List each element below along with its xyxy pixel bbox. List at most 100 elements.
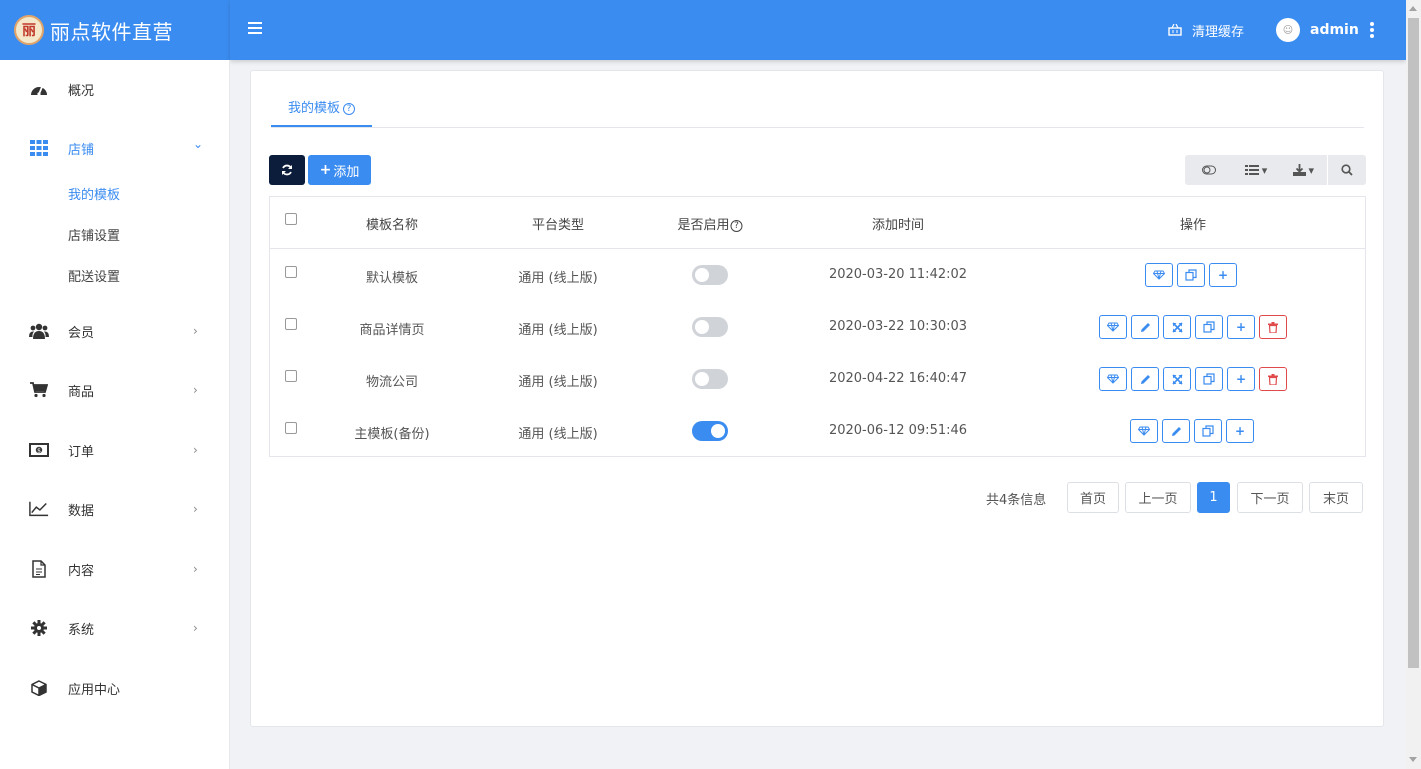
tab-label: 我的模板: [288, 101, 341, 116]
users-icon: [29, 321, 49, 341]
column-header-name[interactable]: 模板名称: [366, 214, 418, 233]
template-name: 主模板(备份): [354, 427, 430, 442]
column-header-added-time[interactable]: 添加时间: [872, 214, 924, 233]
grid-icon: [29, 138, 49, 158]
plus-icon[interactable]: +: [1227, 367, 1255, 391]
tab-my-templates[interactable]: 我的模板?: [271, 97, 372, 127]
platform-type: 通用 (线上版): [518, 427, 598, 442]
expand-icon[interactable]: [1163, 367, 1191, 391]
document-icon: [29, 559, 49, 579]
copy-icon[interactable]: [1195, 315, 1223, 339]
sidebar-item-label: 概况: [68, 83, 95, 99]
column-header-enabled[interactable]: 是否启用?: [677, 214, 743, 233]
sidebar-item-app-center[interactable]: 应用中心: [0, 668, 230, 708]
user-name: admin: [1310, 22, 1359, 38]
chevron-right-icon: ›: [193, 443, 198, 457]
page-current-button[interactable]: 1: [1197, 482, 1230, 513]
diamond-icon[interactable]: [1099, 367, 1127, 391]
expand-icon[interactable]: [1163, 315, 1191, 339]
sidebar-item-content[interactable]: 内容 ›: [0, 549, 230, 589]
vertical-scrollbar[interactable]: [1406, 0, 1421, 769]
sidebar-item-label: 商品: [68, 384, 95, 400]
help-icon[interactable]: ?: [343, 103, 356, 115]
copy-icon[interactable]: [1195, 367, 1223, 391]
dashboard-icon: [29, 79, 49, 99]
more-vertical-icon[interactable]: [1370, 22, 1374, 38]
column-header-actions: 操作: [1179, 218, 1207, 233]
page-first-button[interactable]: 首页: [1067, 482, 1119, 513]
plus-icon[interactable]: +: [1227, 315, 1255, 339]
enabled-toggle[interactable]: [692, 265, 728, 285]
gear-icon: [29, 618, 49, 638]
page-next-button[interactable]: 下一页: [1237, 482, 1303, 513]
added-time: 2020-06-12 09:51:46: [828, 423, 968, 438]
template-name: 商品详情页: [359, 323, 425, 338]
table-row: 商品详情页 通用 (线上版) 2020-03-22 10:30:03 +: [270, 301, 1365, 353]
template-name: 默认模板: [365, 271, 419, 286]
scroll-thumb[interactable]: [1408, 18, 1419, 668]
sidebar-subitem-delivery-settings[interactable]: 配送设置: [68, 266, 120, 286]
row-checkbox[interactable]: [285, 422, 297, 434]
export-dropdown-button[interactable]: ▾: [1280, 155, 1327, 185]
trash-icon[interactable]: [1259, 367, 1287, 391]
toggle-view-button[interactable]: [1185, 155, 1232, 185]
sidebar-subitem-my-templates[interactable]: 我的模板: [68, 184, 120, 204]
page-last-button[interactable]: 末页: [1309, 482, 1363, 513]
sidebar-item-orders[interactable]: $ 订单 ›: [0, 430, 230, 470]
select-all-checkbox[interactable]: [285, 213, 297, 225]
diamond-icon[interactable]: [1099, 315, 1127, 339]
plus-icon[interactable]: +: [1226, 419, 1254, 443]
add-button-label: 添加: [333, 164, 360, 180]
added-time: 2020-04-22 16:40:47: [828, 371, 968, 386]
diamond-icon[interactable]: [1145, 263, 1173, 287]
sidebar-item-members[interactable]: 会员 ›: [0, 311, 230, 351]
templates-table: 模板名称 平台类型 是否启用? 添加时间 操作 默认模板 通用 (线上版) 20…: [269, 196, 1366, 457]
column-header-enabled-label: 是否启用: [677, 218, 730, 233]
top-bar: 清理缓存 ☺ admin: [230, 0, 1406, 60]
sidebar-item-data[interactable]: 数据 ›: [0, 489, 230, 529]
platform-type: 通用 (线上版): [518, 375, 598, 390]
scroll-down-icon[interactable]: [1409, 757, 1417, 762]
added-time: 2020-03-22 10:30:03: [828, 319, 968, 334]
clear-cache-button[interactable]: 清理缓存: [1168, 19, 1244, 41]
pagination-info: 共4条信息: [986, 493, 1047, 508]
avatar: ☺: [1276, 18, 1300, 42]
row-checkbox[interactable]: [285, 370, 297, 382]
copy-icon[interactable]: [1194, 419, 1222, 443]
row-checkbox[interactable]: [285, 266, 297, 278]
plus-icon[interactable]: +: [1209, 263, 1237, 287]
column-header-platform[interactable]: 平台类型: [532, 214, 584, 233]
enabled-toggle[interactable]: [692, 317, 728, 337]
refresh-button[interactable]: [269, 155, 305, 185]
tab-divider: [271, 127, 1364, 128]
sidebar-item-overview[interactable]: 概况: [0, 69, 230, 109]
row-actions: +: [1130, 419, 1258, 443]
enabled-toggle[interactable]: [692, 369, 728, 389]
sidebar-item-system[interactable]: 系统 ›: [0, 608, 230, 648]
trash-icon[interactable]: [1259, 315, 1287, 339]
menu-toggle-icon[interactable]: [248, 22, 262, 36]
page-prev-button[interactable]: 上一页: [1125, 482, 1191, 513]
pencil-icon[interactable]: [1131, 315, 1159, 339]
template-name: 物流公司: [365, 375, 419, 390]
row-checkbox[interactable]: [285, 318, 297, 330]
search-button[interactable]: [1328, 155, 1366, 185]
chart-icon: [29, 499, 49, 519]
pencil-icon[interactable]: [1131, 367, 1159, 391]
table-header: 模板名称 平台类型 是否启用? 添加时间 操作: [270, 197, 1365, 249]
copy-icon[interactable]: [1177, 263, 1205, 287]
diamond-icon[interactable]: [1130, 419, 1158, 443]
add-button[interactable]: + 添加: [308, 155, 371, 185]
pencil-icon[interactable]: [1162, 419, 1190, 443]
chevron-right-icon: ›: [193, 324, 198, 338]
help-icon[interactable]: ?: [730, 220, 743, 232]
user-menu[interactable]: ☺ admin: [1276, 18, 1359, 42]
brand[interactable]: 丽 丽点软件直营: [0, 0, 230, 60]
columns-dropdown-button[interactable]: ▾: [1232, 155, 1279, 185]
sidebar-item-store[interactable]: 店铺 ⌄: [0, 128, 230, 168]
sidebar-subitem-store-settings[interactable]: 店铺设置: [68, 225, 120, 245]
enabled-toggle[interactable]: [692, 421, 728, 441]
scroll-up-icon[interactable]: [1409, 6, 1417, 11]
sidebar-item-products[interactable]: 商品 ›: [0, 370, 230, 410]
toggle-icon: [1201, 165, 1216, 175]
